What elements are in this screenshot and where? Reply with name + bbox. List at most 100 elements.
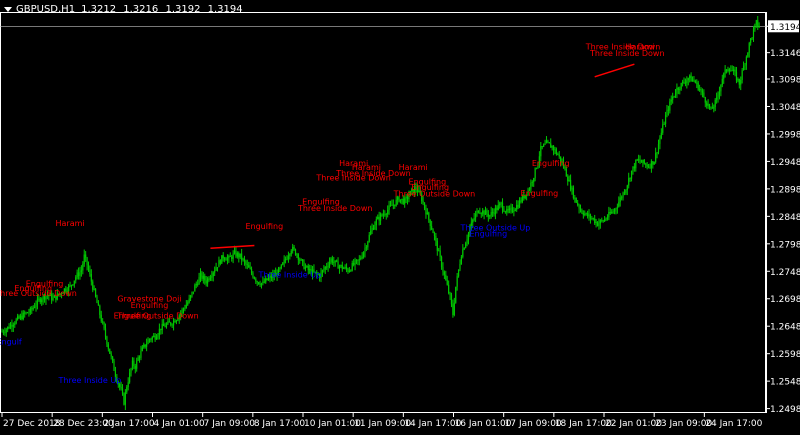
candle-body bbox=[140, 350, 142, 358]
candle-body bbox=[649, 167, 651, 168]
candle bbox=[224, 256, 226, 263]
candle bbox=[653, 161, 655, 165]
candle-body bbox=[453, 302, 455, 316]
candle bbox=[510, 203, 512, 214]
candle bbox=[483, 209, 485, 220]
candle bbox=[188, 294, 190, 304]
candle bbox=[513, 207, 515, 217]
candle-body bbox=[341, 265, 343, 269]
candle bbox=[445, 270, 447, 281]
candle bbox=[25, 311, 27, 315]
chart-header: GBPUSD,H1 1.3212 1.3216 1.3192 1.3194 bbox=[2, 2, 247, 16]
candle-body bbox=[462, 249, 464, 257]
candle bbox=[187, 300, 189, 307]
candle-body bbox=[676, 87, 678, 94]
pattern-annotation: Engulf bbox=[0, 337, 22, 346]
candle-body bbox=[666, 109, 668, 116]
candle-body bbox=[591, 218, 593, 219]
candle bbox=[255, 277, 257, 284]
candle-body bbox=[249, 267, 251, 269]
chart-canvas[interactable]: Harami Engulfing Engulfing Three Outside Do… bbox=[0, 0, 800, 431]
candle-body bbox=[493, 212, 495, 215]
candle-body bbox=[618, 201, 620, 207]
chart-window[interactable]: Harami Engulfing Engulfing Three Outside Do… bbox=[0, 0, 800, 431]
candle-body bbox=[11, 324, 13, 327]
candle-body bbox=[436, 240, 438, 251]
candle bbox=[284, 256, 287, 264]
candle bbox=[664, 111, 667, 128]
candle bbox=[392, 199, 394, 210]
candle-body bbox=[459, 264, 461, 270]
time-axis[interactable]: 27 Dec 201828 Dec 23:002 Jan 17:004 Jan … bbox=[1, 413, 763, 429]
time-tick-label: 8 Jan 17:00 bbox=[254, 419, 306, 429]
candle-body bbox=[569, 179, 572, 190]
candle-body bbox=[604, 219, 606, 222]
pattern-lines-layer bbox=[210, 63, 635, 249]
candle-body bbox=[170, 322, 172, 325]
candle-body bbox=[596, 221, 599, 226]
candle bbox=[545, 136, 548, 144]
price-axis[interactable]: 1.3194 1.3146 1.3098 1.3048 1.2998 1.2948 1.28… bbox=[766, 12, 800, 415]
candle-body bbox=[541, 146, 543, 147]
candle bbox=[202, 271, 204, 284]
candle-body bbox=[259, 283, 261, 286]
candle bbox=[446, 275, 448, 286]
candle bbox=[479, 207, 481, 215]
candle bbox=[462, 244, 464, 259]
candle bbox=[754, 23, 756, 32]
candle-body bbox=[354, 260, 356, 265]
candle bbox=[155, 333, 158, 340]
dropdown-arrow-icon[interactable] bbox=[4, 6, 12, 12]
candle-body bbox=[371, 228, 373, 231]
candle-body bbox=[473, 218, 475, 220]
candle-body bbox=[331, 258, 333, 263]
candle bbox=[592, 217, 594, 221]
candle bbox=[640, 159, 643, 163]
candle-body bbox=[334, 260, 336, 263]
candle bbox=[90, 269, 92, 286]
candle-body bbox=[24, 312, 26, 314]
candle bbox=[191, 291, 193, 298]
candle-body bbox=[188, 298, 190, 303]
candle bbox=[97, 300, 100, 306]
candle-body bbox=[589, 214, 592, 219]
candle-body bbox=[70, 285, 73, 286]
candle bbox=[733, 66, 735, 75]
candle bbox=[391, 199, 393, 206]
candle-body bbox=[146, 343, 148, 347]
candle bbox=[656, 151, 658, 159]
candle bbox=[718, 86, 721, 100]
candle-body bbox=[35, 304, 37, 307]
candle-body bbox=[377, 216, 379, 220]
candle-body bbox=[134, 366, 136, 369]
candle bbox=[506, 205, 508, 216]
candle-body bbox=[104, 328, 107, 337]
candle-body bbox=[568, 179, 570, 182]
candle-body bbox=[90, 274, 92, 282]
candle-body bbox=[121, 388, 124, 394]
candle bbox=[138, 355, 141, 363]
candle-body bbox=[201, 272, 203, 279]
candle-body bbox=[439, 250, 441, 257]
candle bbox=[568, 175, 570, 182]
candle-body bbox=[165, 324, 168, 328]
candle-body bbox=[674, 93, 677, 96]
candle bbox=[571, 185, 573, 195]
candle-body bbox=[608, 212, 610, 218]
candle bbox=[301, 259, 304, 267]
candle bbox=[638, 154, 640, 164]
candle bbox=[303, 259, 305, 270]
candle bbox=[354, 257, 356, 271]
candle-body bbox=[455, 286, 457, 303]
candle-body bbox=[364, 248, 366, 253]
pattern-annotation: Three Inside Down bbox=[297, 204, 373, 213]
candle-body bbox=[228, 256, 230, 259]
candle bbox=[555, 147, 558, 156]
candle bbox=[94, 287, 97, 298]
candle bbox=[160, 328, 162, 335]
candle bbox=[360, 255, 362, 261]
candle bbox=[371, 223, 373, 235]
candle-body bbox=[361, 256, 363, 259]
candle-body bbox=[231, 256, 233, 259]
candle-body bbox=[283, 259, 285, 263]
